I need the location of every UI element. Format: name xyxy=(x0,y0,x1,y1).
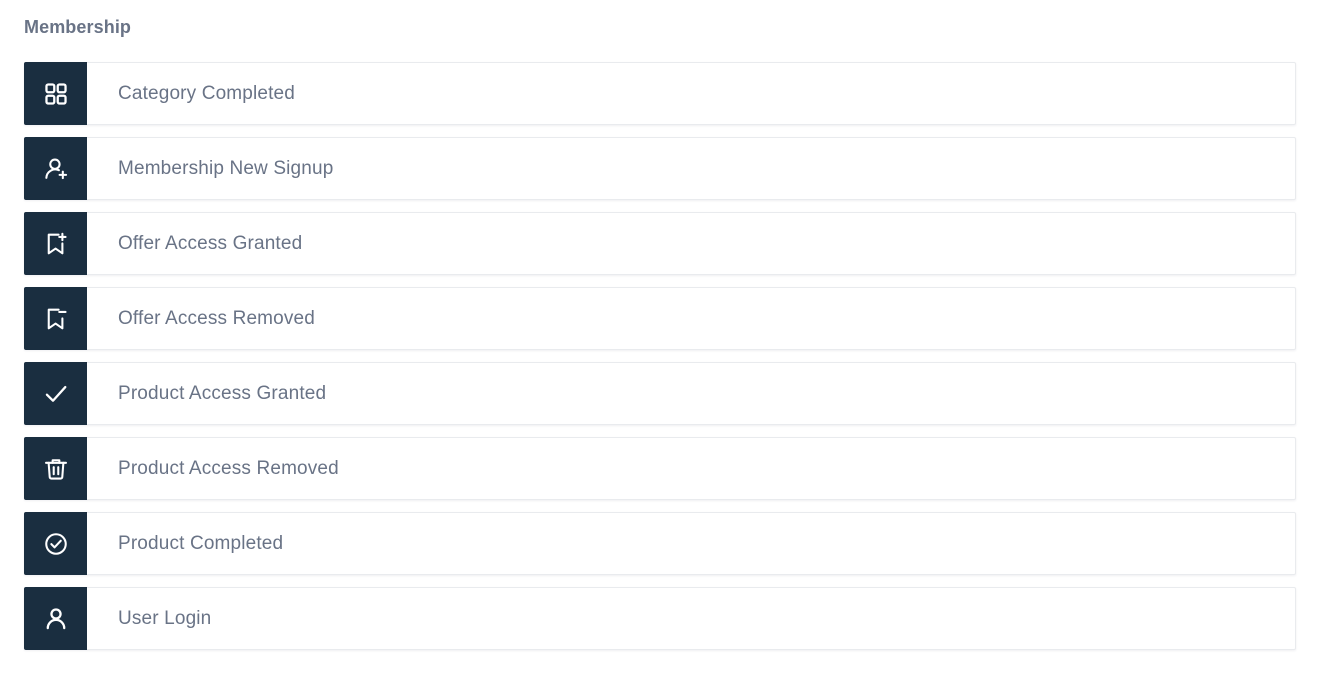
event-row-membership-new-signup[interactable]: Membership New Signup xyxy=(24,137,1296,200)
event-row-category-completed[interactable]: Category Completed xyxy=(24,62,1296,125)
user-icon xyxy=(24,587,87,650)
event-row-offer-access-granted[interactable]: Offer Access Granted xyxy=(24,212,1296,275)
event-label: Product Access Granted xyxy=(118,383,327,404)
event-label: User Login xyxy=(118,608,212,629)
check-icon xyxy=(24,362,87,425)
event-row-product-completed[interactable]: Product Completed xyxy=(24,512,1296,575)
event-row-product-access-removed[interactable]: Product Access Removed xyxy=(24,437,1296,500)
event-row-user-login[interactable]: User Login xyxy=(24,587,1296,650)
user-plus-icon xyxy=(24,137,87,200)
membership-events-page: Membership Category Completed Membership… xyxy=(0,0,1320,676)
event-label: Product Completed xyxy=(118,533,284,554)
grid-squares-icon xyxy=(24,62,87,125)
event-label: Product Access Removed xyxy=(118,458,339,479)
event-row-offer-access-removed[interactable]: Offer Access Removed xyxy=(24,287,1296,350)
event-label: Category Completed xyxy=(118,83,295,104)
section-title: Membership xyxy=(24,17,132,37)
event-row-product-access-granted[interactable]: Product Access Granted xyxy=(24,362,1296,425)
check-circle-icon xyxy=(24,512,87,575)
trash-icon xyxy=(24,437,87,500)
event-label: Offer Access Removed xyxy=(118,308,315,329)
event-list: Category Completed Membership New Signup xyxy=(24,62,1296,650)
bookmark-plus-icon xyxy=(24,212,87,275)
event-label: Offer Access Granted xyxy=(118,233,303,254)
event-label: Membership New Signup xyxy=(118,158,334,179)
bookmark-minus-icon xyxy=(24,287,87,350)
